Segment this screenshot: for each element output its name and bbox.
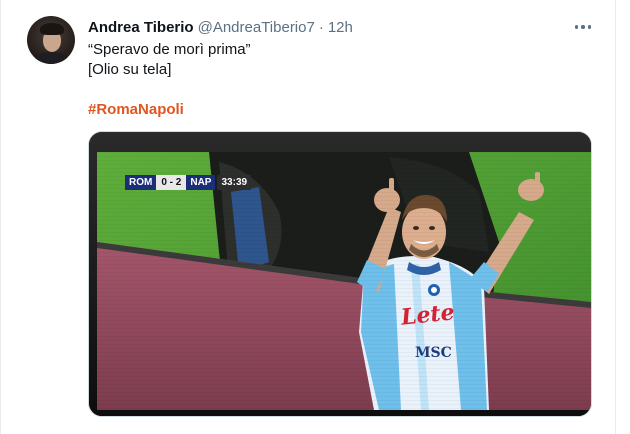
author-handle[interactable]: @AndreaTiberio7 [198,19,315,36]
scorebug: ROM 0 - 2 NAP 33:39 [125,175,252,190]
away-team: NAP [186,175,216,190]
jersey-sponsor-msc: MSC [415,345,452,361]
separator-dot: · [318,18,324,36]
author-name[interactable]: Andrea Tiberio [88,19,194,36]
more-options-button[interactable] [568,15,598,39]
tweet-card[interactable]: Andrea Tiberio @AndreaTiberio7 · 12h “Sp… [0,0,616,434]
ellipsis-icon [581,25,585,29]
match-clock: 33:39 [217,175,252,190]
tweet-text-line: “Speravo de morì prima” [88,41,251,58]
avatar-hair [40,23,64,35]
jersey-sponsor: Lete [399,299,456,331]
home-team: ROM [125,175,157,190]
ellipsis-icon [587,25,592,29]
tweet-media-image[interactable]: ROM 0 - 2 NAP 33:39 Lete MSC [88,131,592,417]
avatar[interactable] [27,16,75,64]
timestamp[interactable]: 12h [328,19,353,36]
tweet-header: Andrea Tiberio @AndreaTiberio7 · 12h [88,17,353,37]
tweet-text-line: [Olio su tela] [88,61,172,78]
match-score: 0 - 2 [156,175,187,190]
avatar-shirt [33,52,69,64]
ellipsis-icon [574,25,579,29]
hashtag-link[interactable]: #RomaNapoli [88,100,184,120]
